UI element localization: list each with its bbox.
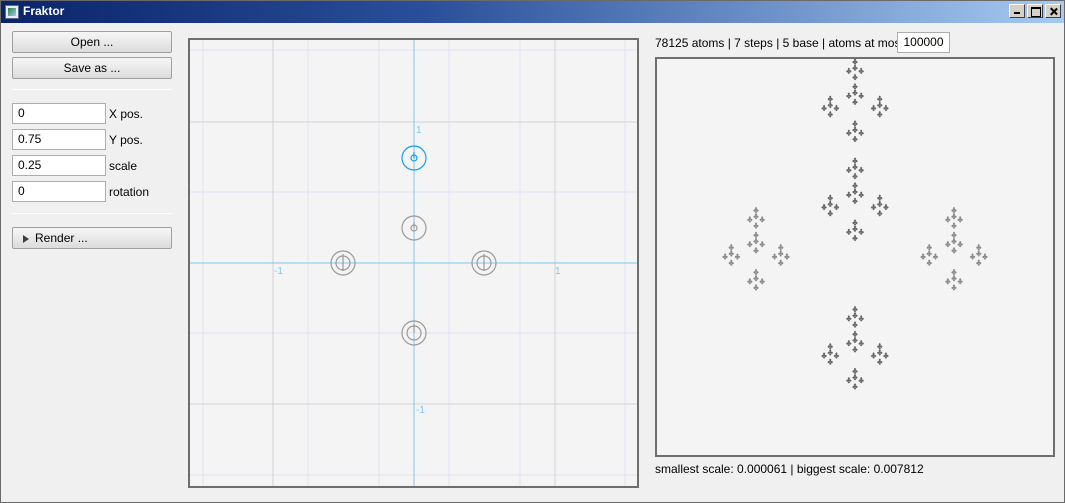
- axis-label-bottom: -1: [416, 405, 425, 416]
- render-label: Render ...: [35, 231, 88, 245]
- close-button[interactable]: [1045, 4, 1061, 18]
- open-button[interactable]: Open ...: [12, 31, 172, 53]
- fractal-svg: [722, 59, 988, 390]
- y-pos-input[interactable]: 0.75: [12, 129, 106, 150]
- scale-input[interactable]: 0.25: [12, 155, 106, 176]
- render-toggle-button[interactable]: Render ...: [12, 227, 172, 249]
- window-controls: [1009, 4, 1061, 18]
- title-bar[interactable]: Fraktor: [1, 1, 1064, 23]
- scale-info: smallest scale: 0.000061 | biggest scale…: [655, 462, 924, 476]
- maximize-button[interactable]: [1027, 4, 1043, 18]
- x-pos-input[interactable]: 0: [12, 103, 106, 124]
- atoms-at-most-input[interactable]: 100000: [897, 32, 950, 53]
- editor-svg: 1 -1 -1 1: [190, 40, 637, 486]
- scale-label: scale: [109, 159, 138, 173]
- x-pos-label: X pos.: [109, 107, 144, 121]
- window-title: Fraktor: [23, 4, 65, 18]
- app-window: Fraktor Open ... Save as ... 0 X pos. 0.…: [0, 0, 1065, 503]
- triangle-right-icon: [23, 235, 29, 243]
- separator: [12, 213, 172, 214]
- separator: [12, 89, 172, 90]
- axes: [190, 40, 637, 486]
- atoms-info: 78125 atoms | 7 steps | 5 base | atoms a…: [655, 36, 908, 50]
- transform-editor-canvas[interactable]: 1 -1 -1 1: [188, 38, 639, 488]
- fractal-preview: [655, 57, 1055, 457]
- rotation-input[interactable]: 0: [12, 181, 106, 202]
- app-icon: [5, 5, 19, 19]
- axis-label-left: -1: [274, 266, 283, 277]
- axis-label-right: 1: [555, 266, 561, 277]
- rotation-label: rotation: [109, 185, 150, 199]
- axis-label-top: 1: [416, 125, 422, 136]
- minimize-button[interactable]: [1009, 4, 1025, 18]
- fractal-shape: [722, 59, 988, 390]
- y-pos-label: Y pos.: [109, 133, 143, 147]
- save-as-button[interactable]: Save as ...: [12, 57, 172, 79]
